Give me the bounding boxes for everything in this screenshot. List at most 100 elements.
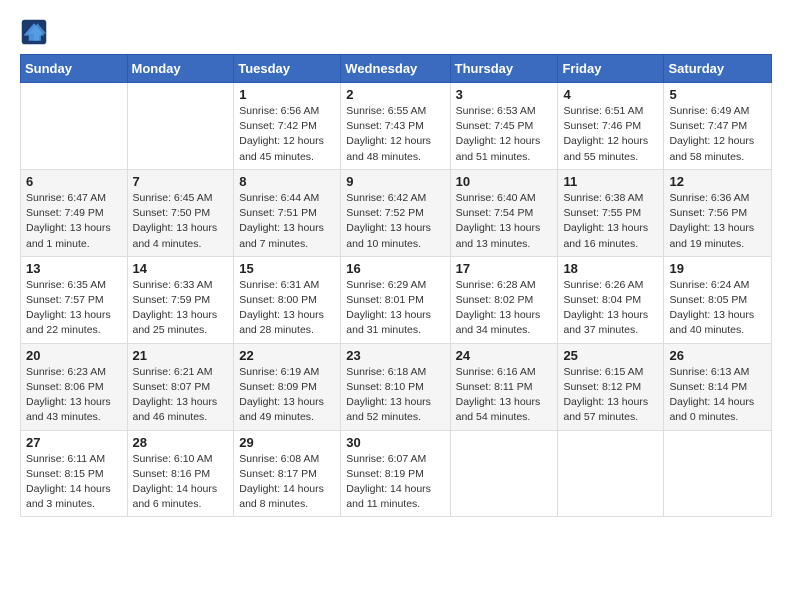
day-number: 29: [239, 435, 335, 450]
day-info: Sunrise: 6:55 AM Sunset: 7:43 PM Dayligh…: [346, 104, 444, 165]
calendar-cell: 13 Sunrise: 6:35 AM Sunset: 7:57 PM Dayli…: [21, 256, 128, 343]
day-number: 10: [456, 174, 553, 189]
calendar-cell: 30 Sunrise: 6:07 AM Sunset: 8:19 PM Dayli…: [341, 430, 450, 517]
calendar-cell: 6 Sunrise: 6:47 AM Sunset: 7:49 PM Daylig…: [21, 169, 128, 256]
calendar-cell: 28 Sunrise: 6:10 AM Sunset: 8:16 PM Dayli…: [127, 430, 234, 517]
calendar-cell: 21 Sunrise: 6:21 AM Sunset: 8:07 PM Dayli…: [127, 343, 234, 430]
day-info: Sunrise: 6:16 AM Sunset: 8:11 PM Dayligh…: [456, 365, 553, 426]
day-number: 15: [239, 261, 335, 276]
calendar-cell: 20 Sunrise: 6:23 AM Sunset: 8:06 PM Dayli…: [21, 343, 128, 430]
weekday-header-thursday: Thursday: [450, 55, 558, 83]
day-info: Sunrise: 6:56 AM Sunset: 7:42 PM Dayligh…: [239, 104, 335, 165]
day-info: Sunrise: 6:42 AM Sunset: 7:52 PM Dayligh…: [346, 191, 444, 252]
weekday-header-sunday: Sunday: [21, 55, 128, 83]
day-number: 13: [26, 261, 122, 276]
calendar-wrapper: SundayMondayTuesdayWednesdayThursdayFrid…: [10, 54, 782, 527]
day-info: Sunrise: 6:19 AM Sunset: 8:09 PM Dayligh…: [239, 365, 335, 426]
day-info: Sunrise: 6:28 AM Sunset: 8:02 PM Dayligh…: [456, 278, 553, 339]
day-number: 30: [346, 435, 444, 450]
calendar-cell: 17 Sunrise: 6:28 AM Sunset: 8:02 PM Dayli…: [450, 256, 558, 343]
calendar-cell: 25Sunrise: 6:15 AM Sunset: 8:12 PM Dayli…: [558, 343, 664, 430]
day-info: Sunrise: 6:53 AM Sunset: 7:45 PM Dayligh…: [456, 104, 553, 165]
calendar-cell: 27 Sunrise: 6:11 AM Sunset: 8:15 PM Dayli…: [21, 430, 128, 517]
day-info: Sunrise: 6:07 AM Sunset: 8:19 PM Dayligh…: [346, 452, 444, 513]
calendar-cell: 24 Sunrise: 6:16 AM Sunset: 8:11 PM Dayli…: [450, 343, 558, 430]
day-info: Sunrise: 6:10 AM Sunset: 8:16 PM Dayligh…: [133, 452, 229, 513]
calendar-cell: 16Sunrise: 6:29 AM Sunset: 8:01 PM Dayli…: [341, 256, 450, 343]
day-number: 26: [669, 348, 766, 363]
calendar-week-row: 20 Sunrise: 6:23 AM Sunset: 8:06 PM Dayli…: [21, 343, 772, 430]
calendar-cell: [558, 430, 664, 517]
calendar-week-row: 27 Sunrise: 6:11 AM Sunset: 8:15 PM Dayli…: [21, 430, 772, 517]
calendar-cell: 22 Sunrise: 6:19 AM Sunset: 8:09 PM Dayli…: [234, 343, 341, 430]
day-number: 18: [563, 261, 658, 276]
calendar-cell: 11 Sunrise: 6:38 AM Sunset: 7:55 PM Dayli…: [558, 169, 664, 256]
day-info: Sunrise: 6:45 AM Sunset: 7:50 PM Dayligh…: [133, 191, 229, 252]
calendar-week-row: 13 Sunrise: 6:35 AM Sunset: 7:57 PM Dayli…: [21, 256, 772, 343]
logo-icon: [20, 18, 48, 46]
calendar-cell: 8 Sunrise: 6:44 AM Sunset: 7:51 PM Daylig…: [234, 169, 341, 256]
calendar-cell: [450, 430, 558, 517]
calendar-cell: 23Sunrise: 6:18 AM Sunset: 8:10 PM Dayli…: [341, 343, 450, 430]
day-number: 21: [133, 348, 229, 363]
day-info: Sunrise: 6:24 AM Sunset: 8:05 PM Dayligh…: [669, 278, 766, 339]
calendar-cell: [21, 83, 128, 170]
calendar-cell: 10Sunrise: 6:40 AM Sunset: 7:54 PM Dayli…: [450, 169, 558, 256]
day-info: Sunrise: 6:18 AM Sunset: 8:10 PM Dayligh…: [346, 365, 444, 426]
day-number: 4: [563, 87, 658, 102]
weekday-header-saturday: Saturday: [664, 55, 772, 83]
day-info: Sunrise: 6:23 AM Sunset: 8:06 PM Dayligh…: [26, 365, 122, 426]
day-number: 24: [456, 348, 553, 363]
day-number: 17: [456, 261, 553, 276]
day-number: 9: [346, 174, 444, 189]
calendar-cell: 15 Sunrise: 6:31 AM Sunset: 8:00 PM Dayli…: [234, 256, 341, 343]
day-info: Sunrise: 6:47 AM Sunset: 7:49 PM Dayligh…: [26, 191, 122, 252]
day-info: Sunrise: 6:29 AM Sunset: 8:01 PM Dayligh…: [346, 278, 444, 339]
calendar-cell: 18 Sunrise: 6:26 AM Sunset: 8:04 PM Dayli…: [558, 256, 664, 343]
calendar-week-row: 1 Sunrise: 6:56 AM Sunset: 7:42 PM Daylig…: [21, 83, 772, 170]
day-number: 12: [669, 174, 766, 189]
calendar-cell: 4 Sunrise: 6:51 AM Sunset: 7:46 PM Daylig…: [558, 83, 664, 170]
calendar-cell: 29Sunrise: 6:08 AM Sunset: 8:17 PM Dayli…: [234, 430, 341, 517]
calendar-cell: 19 Sunrise: 6:24 AM Sunset: 8:05 PM Dayli…: [664, 256, 772, 343]
day-number: 3: [456, 87, 553, 102]
day-info: Sunrise: 6:13 AM Sunset: 8:14 PM Dayligh…: [669, 365, 766, 426]
day-number: 1: [239, 87, 335, 102]
calendar-cell: 3 Sunrise: 6:53 AM Sunset: 7:45 PM Daylig…: [450, 83, 558, 170]
day-info: Sunrise: 6:31 AM Sunset: 8:00 PM Dayligh…: [239, 278, 335, 339]
day-info: Sunrise: 6:35 AM Sunset: 7:57 PM Dayligh…: [26, 278, 122, 339]
calendar-cell: 1 Sunrise: 6:56 AM Sunset: 7:42 PM Daylig…: [234, 83, 341, 170]
weekday-header-friday: Friday: [558, 55, 664, 83]
calendar-cell: 2 Sunrise: 6:55 AM Sunset: 7:43 PM Daylig…: [341, 83, 450, 170]
calendar-cell: 5Sunrise: 6:49 AM Sunset: 7:47 PM Daylig…: [664, 83, 772, 170]
day-info: Sunrise: 6:38 AM Sunset: 7:55 PM Dayligh…: [563, 191, 658, 252]
day-number: 28: [133, 435, 229, 450]
day-info: Sunrise: 6:44 AM Sunset: 7:51 PM Dayligh…: [239, 191, 335, 252]
day-info: Sunrise: 6:21 AM Sunset: 8:07 PM Dayligh…: [133, 365, 229, 426]
day-number: 14: [133, 261, 229, 276]
day-number: 7: [133, 174, 229, 189]
calendar-cell: [664, 430, 772, 517]
day-number: 2: [346, 87, 444, 102]
day-number: 19: [669, 261, 766, 276]
calendar-table: SundayMondayTuesdayWednesdayThursdayFrid…: [20, 54, 772, 517]
day-info: Sunrise: 6:33 AM Sunset: 7:59 PM Dayligh…: [133, 278, 229, 339]
calendar-cell: [127, 83, 234, 170]
day-info: Sunrise: 6:11 AM Sunset: 8:15 PM Dayligh…: [26, 452, 122, 513]
calendar-week-row: 6 Sunrise: 6:47 AM Sunset: 7:49 PM Daylig…: [21, 169, 772, 256]
day-number: 22: [239, 348, 335, 363]
day-number: 6: [26, 174, 122, 189]
day-info: Sunrise: 6:36 AM Sunset: 7:56 PM Dayligh…: [669, 191, 766, 252]
calendar-cell: 26 Sunrise: 6:13 AM Sunset: 8:14 PM Dayli…: [664, 343, 772, 430]
day-number: 20: [26, 348, 122, 363]
day-info: Sunrise: 6:26 AM Sunset: 8:04 PM Dayligh…: [563, 278, 658, 339]
calendar-cell: 7 Sunrise: 6:45 AM Sunset: 7:50 PM Daylig…: [127, 169, 234, 256]
day-number: 8: [239, 174, 335, 189]
day-number: 5: [669, 87, 766, 102]
calendar-cell: 12 Sunrise: 6:36 AM Sunset: 7:56 PM Dayli…: [664, 169, 772, 256]
calendar-body: 1 Sunrise: 6:56 AM Sunset: 7:42 PM Daylig…: [21, 83, 772, 517]
day-info: Sunrise: 6:51 AM Sunset: 7:46 PM Dayligh…: [563, 104, 658, 165]
day-number: 11: [563, 174, 658, 189]
day-number: 27: [26, 435, 122, 450]
weekday-header-tuesday: Tuesday: [234, 55, 341, 83]
